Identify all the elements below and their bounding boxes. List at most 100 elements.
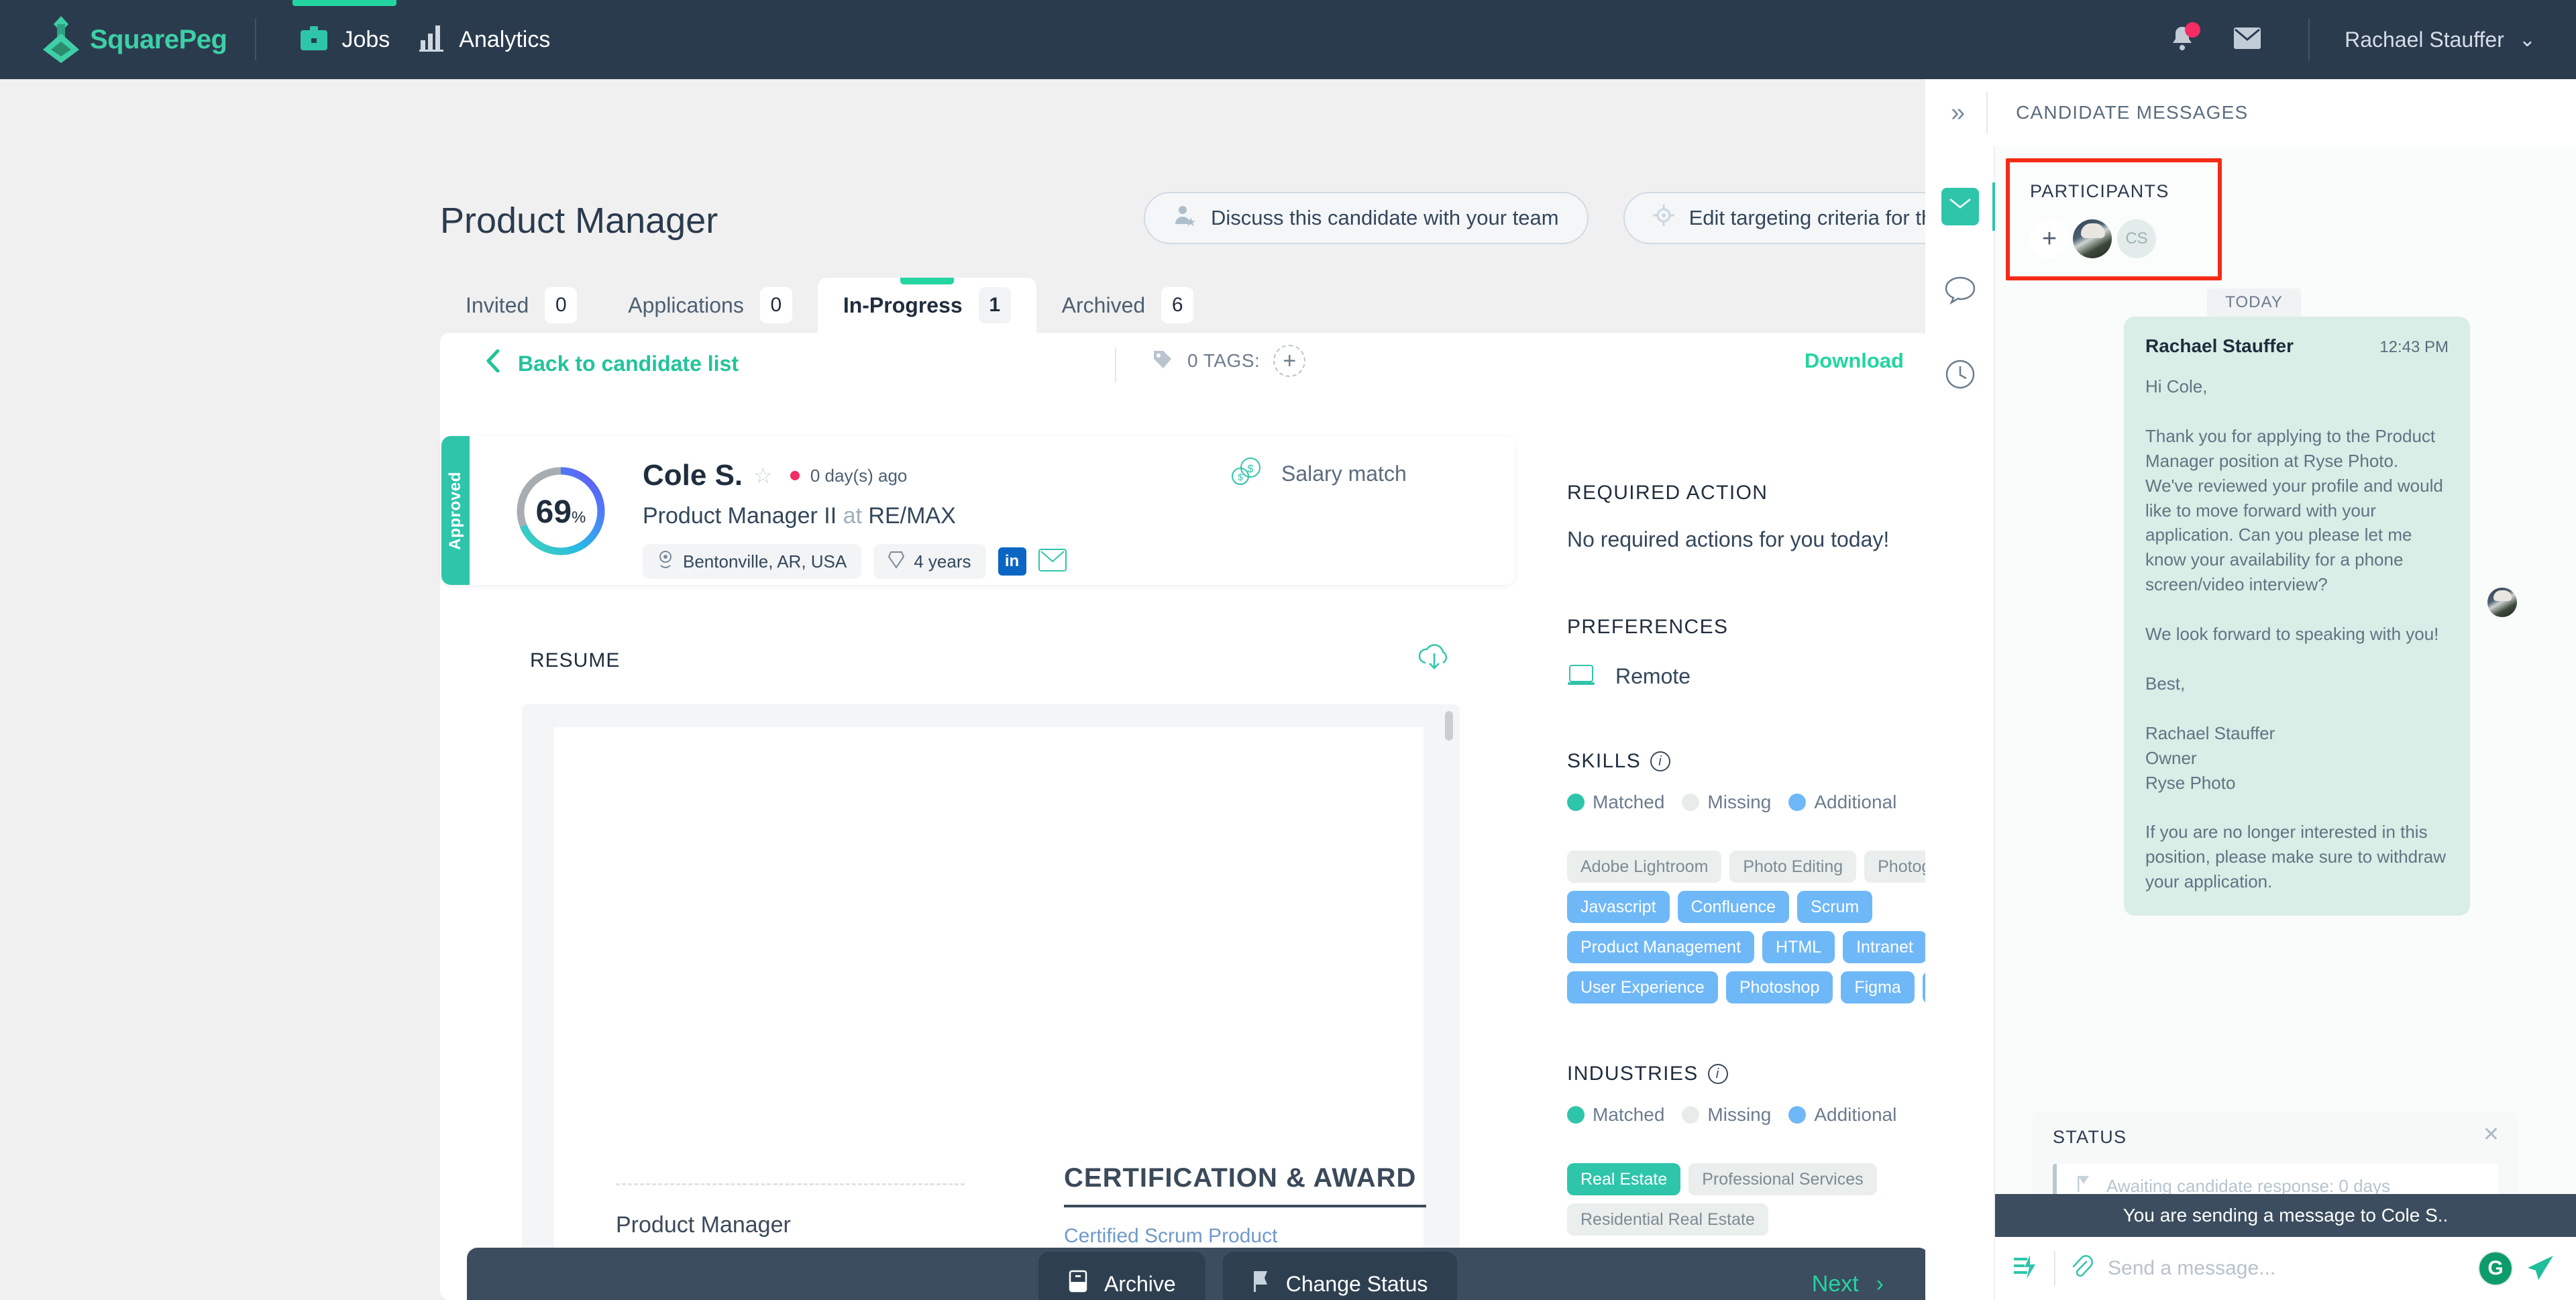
resume-title: RESUME <box>530 649 621 671</box>
match-score-ring: 69 % <box>514 464 608 558</box>
messages-body: PARTICIPANTS + CS TODAY Rachael Stauffer… <box>1995 146 2576 1300</box>
notifications-button[interactable] <box>2170 21 2201 55</box>
industries-legend: Matched Missing Additional <box>1567 1104 1902 1126</box>
grammarly-icon[interactable]: G <box>2478 1251 2513 1286</box>
linkedin-icon[interactable]: in <box>998 547 1026 576</box>
industries-legend-additional-label: Additional <box>1814 1104 1897 1125</box>
location-pin-icon <box>657 549 674 574</box>
industries-legend-matched-label: Matched <box>1593 1104 1665 1125</box>
legend-dot-additional <box>1788 794 1807 811</box>
topnav-right-group: Rachael Stauffer ⌄ <box>2131 19 2576 60</box>
briefcase-icon <box>299 25 329 55</box>
chevron-down-icon[interactable]: ⌄ <box>2519 28 2536 52</box>
change-status-label: Change Status <box>1285 1271 1428 1296</box>
rail-tab-notes[interactable] <box>1925 255 1995 327</box>
avatar-initials[interactable]: CS <box>2117 219 2156 258</box>
add-participant-button[interactable]: + <box>2030 219 2069 258</box>
resume-document-viewer[interactable]: Product Manager Propertybase August 2017… <box>522 704 1460 1300</box>
brand-logo-group[interactable]: SquarePeg <box>42 15 227 64</box>
edit-targeting-button[interactable]: Edit targeting criteria for this j <box>1623 192 1925 244</box>
candidate-experience: 4 years <box>914 551 971 572</box>
industry-tag[interactable]: Professional Services <box>1688 1163 1877 1195</box>
message-bubble: Rachael Stauffer 12:43 PM Hi Cole, Thank… <box>2124 317 2470 916</box>
industries-legend-matched: Matched <box>1567 1104 1664 1126</box>
industry-tag[interactable]: Residential Real Estate <box>1567 1203 1768 1236</box>
bottom-action-bar: Archive Change Status Next › <box>467 1248 1925 1300</box>
tab-invited-label: Invited <box>466 292 529 317</box>
messages-side-rail <box>1925 146 1996 1300</box>
template-icon[interactable] <box>2010 1252 2039 1285</box>
top-navigation-bar: SquarePeg Jobs Analytics Rachael Stauffe… <box>0 0 2576 79</box>
favorite-star-icon[interactable]: ☆ <box>753 463 773 488</box>
nav-item-jobs[interactable]: Jobs <box>284 0 405 79</box>
send-icon[interactable] <box>2525 1253 2556 1285</box>
participants-title: PARTICIPANTS <box>2030 181 2169 201</box>
coins-icon: $ $ <box>1229 456 1264 492</box>
candidate-name: Cole S. <box>643 459 743 492</box>
industries-tag-list: Real Estate Professional Services Reside… <box>1567 1163 1925 1236</box>
next-candidate-button[interactable]: Next › <box>1781 1252 1915 1300</box>
skill-tag[interactable]: Javascript <box>1567 891 1670 923</box>
rail-tab-messages[interactable] <box>1925 170 1996 243</box>
topnav-separator <box>2308 19 2310 60</box>
add-tag-button[interactable]: + <box>1273 345 1306 377</box>
industries-info-icon[interactable]: i <box>1707 1064 1728 1084</box>
participants-section: PARTICIPANTS + CS <box>2006 158 2222 280</box>
change-status-button[interactable]: Change Status <box>1222 1252 1458 1300</box>
industry-tag[interactable]: Real Estate <box>1567 1163 1681 1195</box>
tab-in-progress-count: 1 <box>978 287 1011 323</box>
skills-legend: Matched Missing Additional <box>1567 792 1902 813</box>
skills-legend-missing: Missing <box>1682 792 1771 813</box>
cloud-download-icon[interactable] <box>1417 643 1452 674</box>
subbar-divider <box>1115 347 1116 382</box>
skill-tag[interactable]: Product Management <box>1567 931 1755 963</box>
preference-item-remote: Remote <box>1567 664 1902 689</box>
message-header: Rachael Stauffer 12:43 PM <box>2145 335 2449 357</box>
skill-tag[interactable]: Scrum <box>1797 891 1873 923</box>
skill-tag[interactable]: Photo Editing <box>1729 851 1857 883</box>
nav-item-analytics[interactable]: Analytics <box>405 0 565 79</box>
skill-tag[interactable]: Photogra <box>1864 851 1925 883</box>
back-to-candidate-list-link[interactable]: Back to candidate list <box>486 349 739 378</box>
compose-recipient-note: You are sending a message to Cole S.. <box>1995 1194 2576 1237</box>
email-candidate-icon[interactable] <box>1038 548 1067 575</box>
header-action-buttons: Discuss this candidate with your team Ed… <box>1144 192 1925 244</box>
target-icon <box>1652 205 1674 231</box>
tags-group: 0 TAGS: + <box>1151 345 1306 377</box>
skill-tag[interactable]: HTML <box>1762 931 1835 963</box>
match-score-value: 69 <box>535 494 572 530</box>
skill-tag[interactable]: User Experience <box>1567 971 1718 1004</box>
tab-applications[interactable]: Applications 0 <box>602 278 818 333</box>
message-input[interactable] <box>2108 1257 2478 1280</box>
mail-button[interactable] <box>2233 27 2261 53</box>
skill-tag[interactable]: Confluence <box>1677 891 1790 923</box>
tab-invited[interactable]: Invited 0 <box>440 278 602 333</box>
download-link[interactable]: Download <box>1805 349 1904 373</box>
candidate-info: Cole S. ☆ 0 day(s) ago Product Manager I… <box>643 459 1067 579</box>
skill-tag[interactable]: Figma <box>1841 971 1915 1004</box>
skills-tag-list: Adobe Lightroom Photo Editing Photogra J… <box>1567 851 1925 1004</box>
candidate-role: Product Manager II <box>643 503 837 529</box>
skill-tag[interactable]: Photoshop <box>1725 971 1833 1004</box>
resume-scrollbar[interactable] <box>1445 711 1453 741</box>
tab-in-progress[interactable]: In-Progress 1 <box>817 278 1036 333</box>
skills-info-icon[interactable]: i <box>1650 751 1671 771</box>
squarepeg-logo-icon <box>42 15 80 64</box>
page-title: Product Manager <box>440 201 718 241</box>
messages-panel-header: » CANDIDATE MESSAGES <box>1925 79 2576 146</box>
skill-tag[interactable]: Intranet <box>1843 931 1925 963</box>
close-icon[interactable]: ✕ <box>2483 1123 2500 1146</box>
rail-tab-history[interactable] <box>1925 339 1995 412</box>
required-action-title: REQUIRED ACTION <box>1567 482 1768 504</box>
discuss-candidate-button[interactable]: Discuss this candidate with your team <box>1144 192 1589 244</box>
flag-icon <box>1252 1270 1270 1298</box>
day-divider: TODAY <box>2207 288 2301 317</box>
tab-applications-count: 0 <box>759 287 792 323</box>
paperclip-icon[interactable] <box>2070 1254 2093 1283</box>
tab-archived[interactable]: Archived 6 <box>1036 278 1220 333</box>
archive-button[interactable]: Archive <box>1038 1252 1205 1300</box>
chevrons-right-icon[interactable]: » <box>1951 99 1965 127</box>
resume-panel: RESUME Product Manager Propertybase Augu… <box>498 624 1484 1300</box>
avatar[interactable] <box>2073 219 2112 258</box>
skill-tag[interactable]: Adobe Lightroom <box>1567 851 1722 883</box>
